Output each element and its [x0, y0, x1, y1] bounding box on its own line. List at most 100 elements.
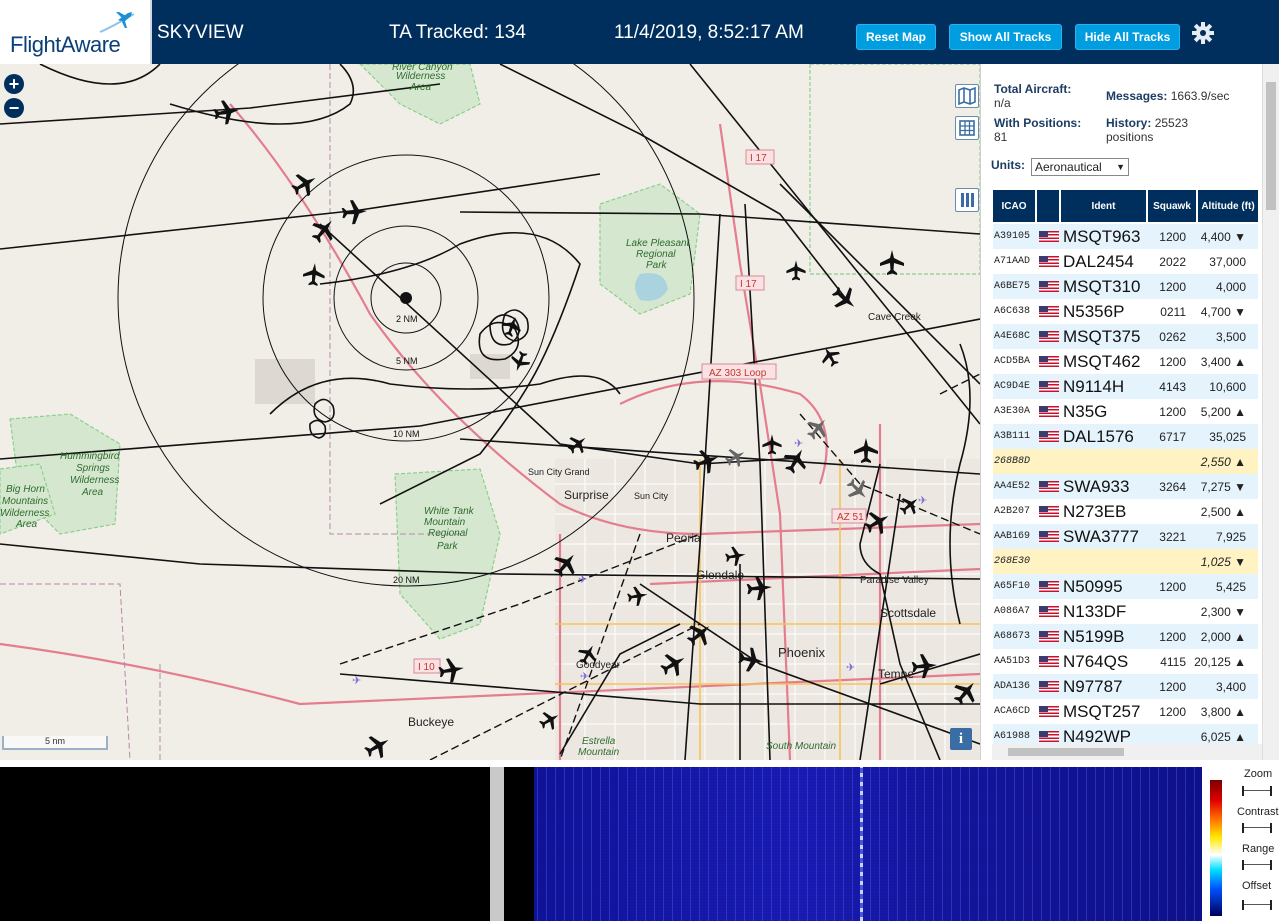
vertical-scrollbar[interactable]	[1262, 64, 1279, 760]
table-row[interactable]: A71AAD DAL2454 2022 37,000	[993, 249, 1258, 274]
table-row[interactable]: AC9D4E N9114H 4143 10,600	[993, 374, 1258, 399]
horizontal-scroll-thumb[interactable]	[1008, 748, 1124, 756]
map-canvas[interactable]: 2 NM 5 NM 10 NM 20 NM River Canyon Wilde…	[0, 64, 980, 760]
settings-gear-icon[interactable]	[1190, 20, 1216, 46]
grid-toggle-icon[interactable]	[955, 116, 979, 140]
svg-text:Mountains: Mountains	[2, 496, 48, 507]
svg-text:Wilderness: Wilderness	[70, 475, 119, 486]
table-row[interactable]: A6C638 N5356P 0211 4,700 ▼	[993, 299, 1258, 324]
table-row[interactable]: 268E30 1,025 ▼	[993, 549, 1258, 574]
svg-text:Tempe: Tempe	[878, 667, 914, 681]
range-slider[interactable]	[1242, 860, 1272, 870]
columns-toggle-icon[interactable]	[955, 188, 979, 212]
cell-altitude: 7,925	[1215, 529, 1246, 544]
table-row[interactable]: AA51D3 N764QS 4115 20,125 ▲	[993, 649, 1258, 674]
flightaware-logo[interactable]: FlightAware	[0, 0, 152, 64]
cell-ident: MSQT462	[1063, 351, 1141, 371]
spectrum-splitter[interactable]	[490, 767, 504, 921]
ring-label-5nm: 5 NM	[396, 356, 418, 366]
column-header-flag[interactable]	[1037, 190, 1061, 222]
table-row[interactable]: A6BE75 MSQT310 1200 4,000	[993, 274, 1258, 299]
us-flag-icon	[1039, 281, 1059, 292]
cell-altitude: 4,400 ▼	[1200, 229, 1246, 244]
us-flag-icon	[1039, 481, 1059, 492]
table-row[interactable]: A65F10 N50995 1200 5,425	[993, 574, 1258, 599]
with-positions-stat: With Positions: 81	[994, 116, 1081, 144]
zoom-in-button[interactable]: +	[4, 74, 24, 94]
table-row[interactable]: A39105 MSQT963 1200 4,400 ▼	[993, 224, 1258, 249]
column-header-ident[interactable]: Ident	[1061, 190, 1148, 222]
hide-all-tracks-button[interactable]: Hide All Tracks	[1075, 24, 1180, 50]
cell-squawk: 2022	[1159, 254, 1186, 269]
cell-altitude: 3,500	[1215, 329, 1246, 344]
cell-altitude: 2,500 ▲	[1200, 504, 1246, 519]
cell-icao: A4E68C	[994, 331, 1031, 342]
table-row[interactable]: ADA136 N97787 1200 3,400	[993, 674, 1258, 699]
table-row[interactable]: A3E30A N35G 1200 5,200 ▲	[993, 399, 1258, 424]
us-flag-icon	[1039, 631, 1059, 642]
table-row[interactable]: AAB169 SWA3777 3221 7,925	[993, 524, 1258, 549]
cell-ident: MSQT310	[1063, 276, 1141, 296]
cell-altitude: 3,800 ▲	[1200, 704, 1246, 719]
svg-text:Sun City: Sun City	[634, 491, 669, 501]
cell-altitude: 5,425	[1215, 579, 1246, 594]
info-icon[interactable]: i	[950, 728, 972, 750]
units-select[interactable]: Aeronautical ▼	[1031, 158, 1129, 176]
cell-icao: ACA6CD	[994, 706, 1031, 717]
total-aircraft-stat: Total Aircraft: n/a	[994, 82, 1071, 110]
svg-text:White Tank: White Tank	[424, 506, 475, 517]
column-header-altitude[interactable]: Altitude (ft)	[1198, 190, 1258, 222]
reset-map-button[interactable]: Reset Map	[856, 24, 936, 50]
svg-text:Paradise Valley: Paradise Valley	[860, 575, 929, 586]
table-row[interactable]: A2B207 N273EB 2,500 ▲	[993, 499, 1258, 524]
offset-slider[interactable]	[1242, 900, 1272, 910]
cell-flag	[1037, 306, 1061, 317]
svg-text:Phoenix: Phoenix	[778, 645, 825, 660]
cell-icao: A2B207	[994, 506, 1031, 517]
cell-ident: N133DF	[1063, 601, 1127, 621]
table-row[interactable]: A68673 N5199B 1200 2,000 ▲	[993, 624, 1258, 649]
cell-squawk: 4115	[1160, 654, 1186, 669]
top-bar: FlightAware SKYVIEW TA Tracked: 134 11/4…	[0, 0, 1279, 64]
cell-squawk: 6717	[1159, 429, 1186, 444]
cell-altitude: 2,550 ▲	[1200, 454, 1246, 469]
cell-squawk: 1200	[1159, 704, 1186, 719]
table-row[interactable]: 268B8D 2,550 ▲	[993, 449, 1258, 474]
waterfall-display[interactable]	[504, 767, 1202, 921]
total-aircraft-value: n/a	[994, 96, 1011, 110]
horizontal-scrollbar[interactable]	[992, 744, 1262, 760]
cell-altitude: 5,200 ▲	[1200, 404, 1246, 419]
show-all-tracks-button[interactable]: Show All Tracks	[949, 24, 1062, 50]
waterfall-center-line	[860, 767, 863, 921]
column-header-squawk[interactable]: Squawk	[1148, 190, 1198, 222]
cell-flag	[1037, 556, 1061, 567]
table-row[interactable]: A3B111 DAL1576 6717 35,025	[993, 424, 1258, 449]
cell-flag	[1037, 481, 1061, 492]
cell-altitude: 3,400 ▲	[1200, 354, 1246, 369]
svg-text:Sun City Grand: Sun City Grand	[528, 467, 590, 477]
zoom-slider[interactable]	[1242, 786, 1272, 796]
table-row[interactable]: A4E68C MSQT375 0262 3,500	[993, 324, 1258, 349]
cell-squawk: 1200	[1159, 354, 1186, 369]
svg-text:✈: ✈	[918, 495, 927, 507]
cell-flag	[1037, 431, 1061, 442]
cell-flag	[1037, 456, 1061, 467]
table-row[interactable]: ACA6CD MSQT257 1200 3,800 ▲	[993, 699, 1258, 724]
cell-ident: N273EB	[1063, 501, 1127, 521]
tracked-count: TA Tracked: 134	[389, 22, 526, 43]
us-flag-icon	[1039, 356, 1059, 367]
map-view[interactable]: 2 NM 5 NM 10 NM 20 NM River Canyon Wilde…	[0, 64, 980, 760]
table-row[interactable]: AA4E52 SWA933 3264 7,275 ▼	[993, 474, 1258, 499]
zoom-out-button[interactable]: −	[4, 98, 24, 118]
history-stat: History: 25523 positions	[1106, 116, 1188, 144]
column-header-icao[interactable]: ICAO	[993, 190, 1037, 222]
svg-text:✈: ✈	[578, 574, 587, 586]
contrast-slider[interactable]	[1242, 823, 1272, 833]
table-row[interactable]: ACD5BA MSQT462 1200 3,400 ▲	[993, 349, 1258, 374]
cell-icao: AA51D3	[994, 656, 1031, 667]
map-layers-icon[interactable]	[955, 84, 979, 108]
app-name: SKYVIEW	[157, 22, 244, 43]
table-row[interactable]: A086A7 N133DF 2,300 ▼	[993, 599, 1258, 624]
cell-flag	[1037, 506, 1061, 517]
vertical-scroll-thumb[interactable]	[1266, 82, 1276, 210]
